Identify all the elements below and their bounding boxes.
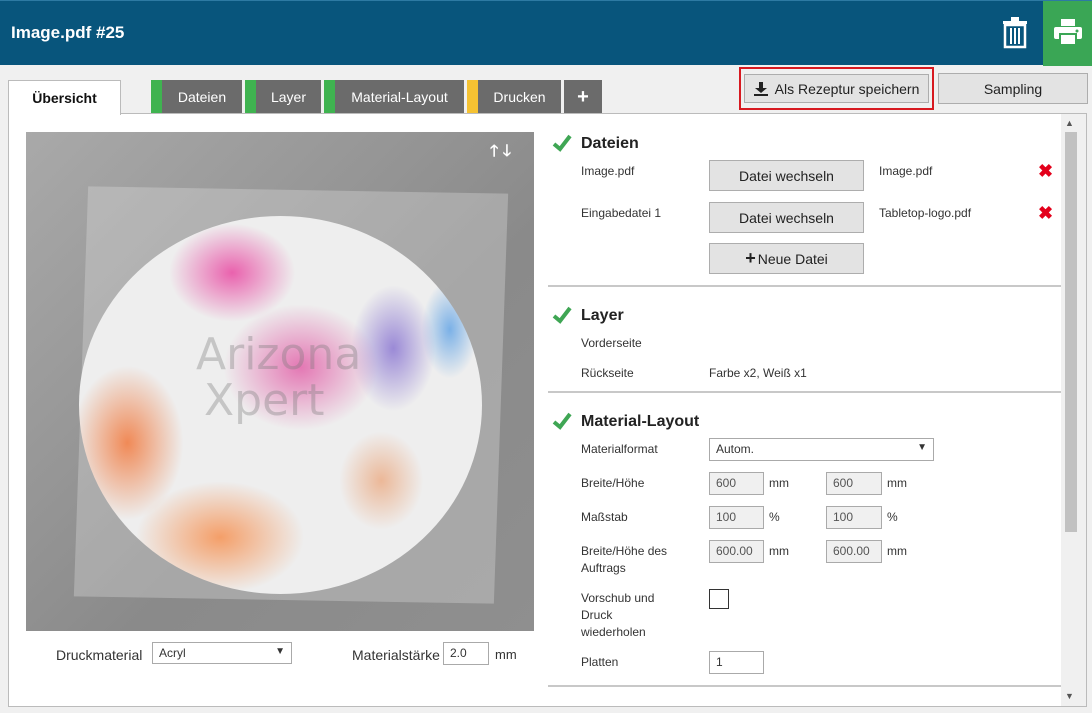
thickness-input[interactable]: 2.0 xyxy=(443,642,489,665)
chevron-down-icon: ▼ xyxy=(917,442,927,453)
back-side-value: Farbe x2, Weiß x1 xyxy=(709,366,807,380)
unit-label: mm xyxy=(887,476,907,490)
job-size-label: Breite/Höhe des Auftrags xyxy=(581,544,668,575)
check-icon xyxy=(552,412,572,430)
printer-icon xyxy=(1054,19,1082,45)
change-file-button[interactable]: Datei wechseln xyxy=(709,202,864,233)
trash-icon[interactable] xyxy=(1002,17,1030,49)
watermark: Arizona Xpert xyxy=(196,329,362,426)
scroll-down-icon[interactable]: ▼ xyxy=(1065,691,1074,701)
download-icon xyxy=(753,81,768,96)
remove-icon[interactable]: ✖ xyxy=(1038,203,1053,224)
check-icon xyxy=(552,134,572,152)
unit-label: % xyxy=(887,510,898,524)
plates-label: Platten xyxy=(581,655,619,669)
tab-material-layout[interactable]: Material-Layout xyxy=(324,80,464,114)
media-select[interactable]: Acryl ▼ xyxy=(152,642,292,664)
print-button[interactable] xyxy=(1043,1,1092,66)
overview-panel: Arizona Xpert 🡑 🡓 Druckmaterial Acryl ▼ Ma… xyxy=(8,113,1087,707)
divider xyxy=(548,391,1062,393)
add-tab-button[interactable]: + xyxy=(564,80,602,114)
unit-label: % xyxy=(769,510,780,524)
scale-width-input[interactable]: 100 xyxy=(709,506,764,529)
scroll-up-icon[interactable]: ▲ xyxy=(1065,118,1074,128)
file-label: Image.pdf xyxy=(581,164,635,178)
status-stripe xyxy=(467,80,478,114)
width-input[interactable]: 600 xyxy=(709,472,764,495)
repeat-label: Vorschub und Druck wiederholen xyxy=(581,591,655,639)
new-file-button[interactable]: + Neue Datei xyxy=(709,243,864,274)
size-label: Breite/Höhe xyxy=(581,476,645,490)
material-format-select[interactable]: Autom. ▼ xyxy=(709,438,934,461)
unit-label: mm xyxy=(769,544,789,558)
scrollbar[interactable]: ▲ ▼ xyxy=(1061,114,1086,706)
thickness-label: Materialstärke xyxy=(352,647,440,663)
status-stripe xyxy=(245,80,256,114)
scale-label: Maßstab xyxy=(581,510,628,524)
status-stripe xyxy=(151,80,162,114)
check-icon xyxy=(552,306,572,324)
app-header: Image.pdf #25 xyxy=(0,0,1092,66)
save-recipe-button[interactable]: Als Rezeptur speichern xyxy=(744,74,929,103)
unit-label: mm xyxy=(887,544,907,558)
job-width-input[interactable]: 600.00 xyxy=(709,540,764,563)
section-title-layer: Layer xyxy=(581,307,624,324)
scrollbar-thumb[interactable] xyxy=(1065,132,1077,532)
page-title: Image.pdf #25 xyxy=(11,23,125,42)
front-side-label: Vorderseite xyxy=(581,336,642,350)
print-preview: Arizona Xpert 🡑 🡓 xyxy=(26,132,534,631)
tab-overview[interactable]: Übersicht xyxy=(8,80,121,115)
repeat-checkbox[interactable] xyxy=(709,589,729,609)
remove-icon[interactable]: ✖ xyxy=(1038,161,1053,182)
summary-column: Dateien Image.pdf Datei wechseln Image.p… xyxy=(548,124,1062,706)
chevron-down-icon: ▼ xyxy=(275,646,285,657)
sampling-button[interactable]: Sampling xyxy=(938,73,1088,104)
height-input[interactable]: 600 xyxy=(826,472,882,495)
media-label: Druckmaterial xyxy=(56,647,143,663)
plates-input[interactable]: 1 xyxy=(709,651,764,674)
tab-layer[interactable]: Layer xyxy=(245,80,321,114)
file-name: Tabletop-logo.pdf xyxy=(879,206,972,220)
tab-print[interactable]: Drucken xyxy=(467,80,561,114)
plus-icon: + xyxy=(745,248,756,268)
unit-label: mm xyxy=(769,476,789,490)
status-stripe xyxy=(324,80,335,114)
back-side-label: Rückseite xyxy=(581,366,634,380)
job-height-input[interactable]: 600.00 xyxy=(826,540,882,563)
change-file-button[interactable]: Datei wechseln xyxy=(709,160,864,191)
file-name: Image.pdf xyxy=(879,164,933,178)
save-recipe-highlight: Als Rezeptur speichern xyxy=(739,67,934,110)
tab-files[interactable]: Dateien xyxy=(151,80,242,114)
divider xyxy=(548,685,1062,687)
section-title-material-layout: Material-Layout xyxy=(581,413,700,430)
swap-arrows-icon[interactable]: 🡑 🡓 xyxy=(490,140,511,167)
thickness-unit: mm xyxy=(495,647,517,662)
file-label: Eingabedatei 1 xyxy=(581,206,662,220)
divider xyxy=(548,285,1062,287)
section-title-files: Dateien xyxy=(581,135,639,152)
material-format-label: Materialformat xyxy=(581,442,658,456)
scale-height-input[interactable]: 100 xyxy=(826,506,882,529)
